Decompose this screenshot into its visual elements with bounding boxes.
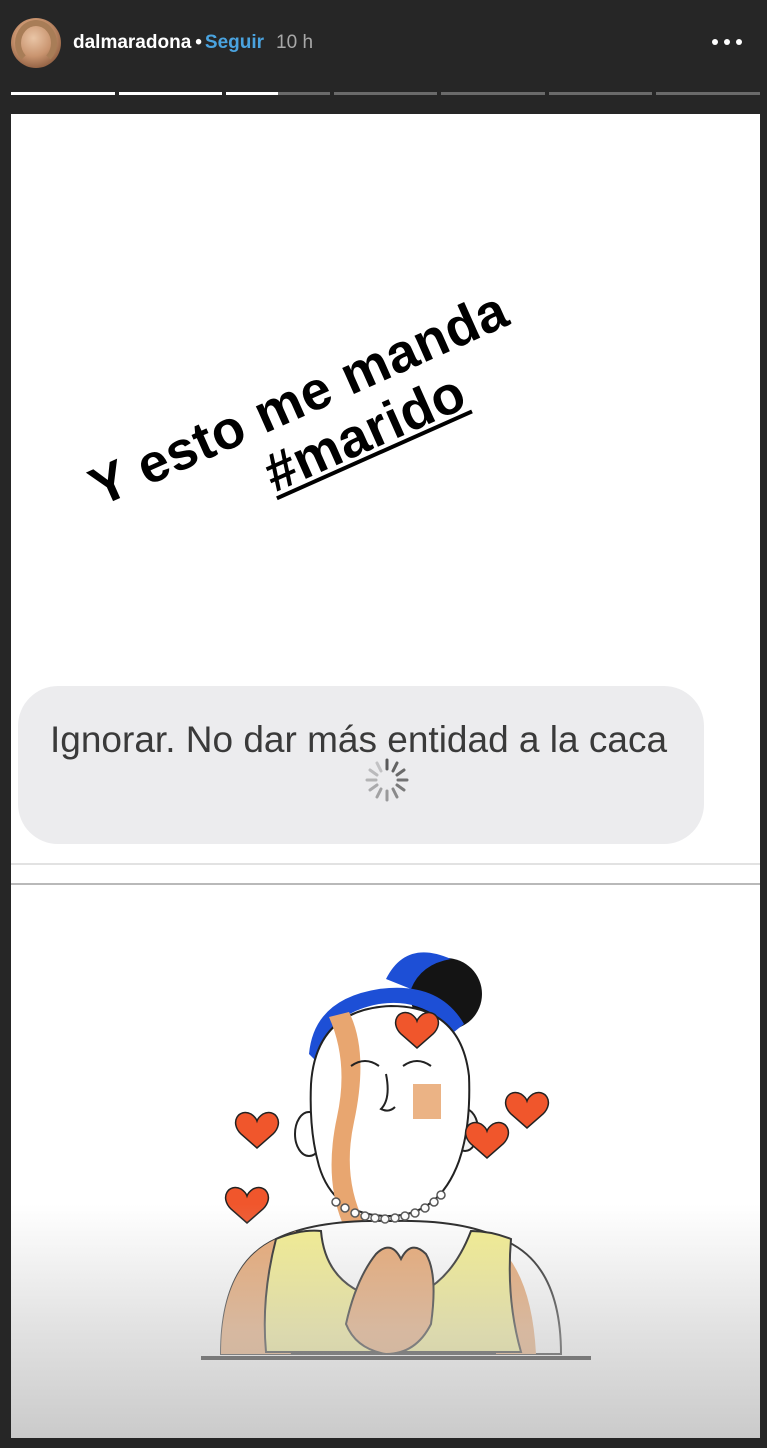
story-content[interactable]: Y esto me manda #marido Ignorar. No dar …: [11, 114, 760, 1438]
story-progress-fill: [118, 92, 223, 95]
skin-patch-icon: [413, 1084, 441, 1119]
story-progress-segment: [548, 92, 653, 95]
story-progress-segment: [118, 92, 223, 95]
more-dot: [712, 39, 718, 45]
story-viewer: dalmaradona • Seguir 10 h Y esto me manda #…: [0, 0, 767, 1448]
heart-icon: [224, 1186, 270, 1224]
header-info: dalmaradona • Seguir 10 h: [73, 30, 313, 56]
story-progress-segment: [333, 92, 438, 95]
post-time: 10 h: [276, 32, 314, 53]
story-progress-segment: [656, 92, 761, 95]
story-progress-fill: [11, 92, 115, 95]
separator-dot: •: [195, 32, 202, 53]
story-progress-fill: [226, 92, 278, 95]
story-caption: Y esto me manda #marido: [81, 280, 540, 570]
story-progress-segment: [441, 92, 545, 95]
avatar-hair: [15, 20, 57, 66]
story-progress: [11, 92, 761, 96]
divider: [11, 883, 760, 885]
heart-icon: [504, 1091, 550, 1129]
more-dot: [724, 39, 730, 45]
woman-blowing-kisses-illustration: [201, 952, 591, 1360]
story-progress-segment: [11, 92, 115, 95]
profile-avatar[interactable]: [11, 18, 61, 68]
heart-icon: [464, 1121, 510, 1159]
heart-icon: [234, 1111, 280, 1149]
username-link[interactable]: dalmaradona: [73, 32, 191, 53]
follow-button[interactable]: Seguir: [205, 32, 264, 53]
divider: [11, 863, 760, 865]
story-header: dalmaradona • Seguir 10 h: [0, 0, 767, 88]
message-bubble: Ignorar. No dar más entidad a la caca: [18, 686, 704, 844]
story-progress-segment: [226, 92, 330, 95]
loading-spinner-icon: [365, 758, 409, 802]
more-options-icon[interactable]: [709, 32, 745, 52]
more-dot: [736, 39, 742, 45]
